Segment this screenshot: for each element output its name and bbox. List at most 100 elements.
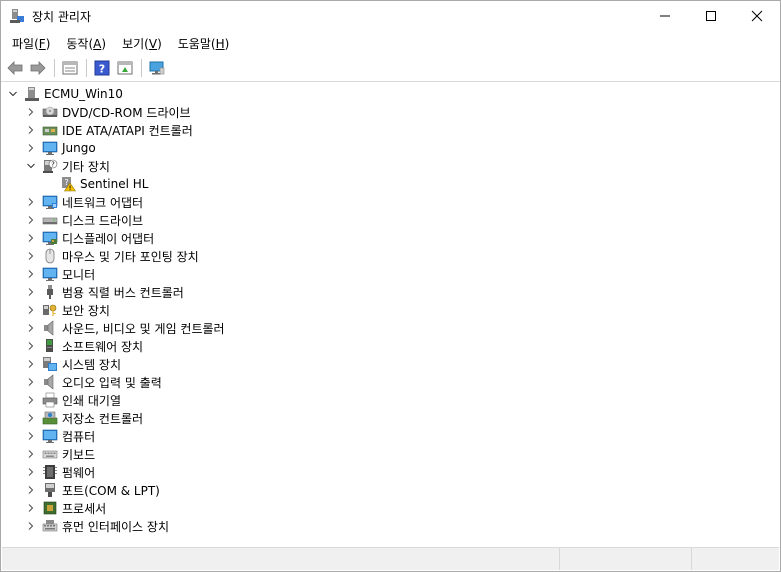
- tree-category[interactable]: 포트(COM & LPT): [24, 481, 160, 499]
- chevron-right-icon[interactable]: [24, 211, 38, 229]
- tree-category[interactable]: 저장소 컨트롤러: [24, 409, 143, 427]
- device-manager-window: 장치 관리자 파일(F) 동작(A) 보기(V) 도움말(H) ? ECMU_W…: [0, 0, 781, 572]
- back-arrow-icon: [7, 61, 23, 75]
- chevron-right-icon[interactable]: [24, 481, 38, 499]
- tree-category[interactable]: 범용 직렬 버스 컨트롤러: [24, 283, 184, 301]
- menu-item-1[interactable]: 동작(A): [59, 33, 113, 54]
- chevron-right-icon[interactable]: [24, 499, 38, 517]
- tree-category[interactable]: 네트워크 어댑터: [24, 193, 143, 211]
- tree-category[interactable]: 휴먼 인터페이스 장치: [24, 517, 169, 535]
- scan-hardware-button[interactable]: [146, 57, 168, 79]
- chevron-right-icon[interactable]: [24, 283, 38, 301]
- chevron-right-icon[interactable]: [24, 355, 38, 373]
- chevron-right-icon[interactable]: [24, 463, 38, 481]
- chevron-right-icon[interactable]: [24, 517, 38, 535]
- svg-text:?: ?: [51, 161, 55, 169]
- unknown-device-warning-icon: ?: [60, 176, 76, 192]
- disk-drive-icon: [42, 212, 58, 228]
- tree-category[interactable]: 인쇄 대기열: [24, 391, 121, 409]
- tree-node-label: 디스크 드라이브: [62, 213, 144, 228]
- chevron-right-icon[interactable]: [24, 301, 38, 319]
- status-bar: [2, 547, 779, 570]
- chevron-down-icon[interactable]: [6, 85, 20, 103]
- toolbar-separator: [54, 59, 55, 77]
- update-driver-icon: [117, 61, 133, 75]
- device-tree[interactable]: ECMU_Win10 DVD/CD-ROM 드라이브 IDE ATA/ATAPI 컨…: [2, 82, 779, 547]
- tree-node-label: 기타 장치: [62, 159, 110, 174]
- tree-category[interactable]: 키보드: [24, 445, 95, 463]
- tree-category[interactable]: Jungo: [24, 139, 96, 157]
- chevron-right-icon[interactable]: [24, 445, 38, 463]
- status-pane: [692, 548, 779, 570]
- menu-item-0[interactable]: 파일(F): [5, 33, 57, 54]
- chevron-right-icon[interactable]: [24, 103, 38, 121]
- tree-node-label: 범용 직렬 버스 컨트롤러: [62, 285, 184, 300]
- forward-arrow-icon: [30, 61, 46, 75]
- help-button[interactable]: ?: [91, 57, 113, 79]
- tree-category[interactable]: 디스플레이 어댑터: [24, 229, 154, 247]
- system-device-icon: [42, 356, 58, 372]
- chevron-right-icon[interactable]: [24, 319, 38, 337]
- jungo-icon: [42, 140, 58, 156]
- menu-item-2[interactable]: 보기(V): [115, 33, 169, 54]
- tree-category[interactable]: IDE ATA/ATAPI 컨트롤러: [24, 121, 193, 139]
- chevron-right-icon[interactable]: [24, 229, 38, 247]
- computer-icon: [42, 428, 58, 444]
- tree-device[interactable]: ? Sentinel HL: [42, 175, 149, 193]
- menu-item-3[interactable]: 도움말(H): [171, 33, 237, 54]
- display-adapter-icon: [42, 230, 58, 246]
- tree-node-label: 사운드, 비디오 및 게임 컨트롤러: [62, 321, 225, 336]
- chevron-right-icon[interactable]: [24, 391, 38, 409]
- tree-category[interactable]: 디스크 드라이브: [24, 211, 143, 229]
- security-device-icon: [42, 302, 58, 318]
- title-bar[interactable]: 장치 관리자: [1, 1, 780, 31]
- chevron-right-icon[interactable]: [24, 247, 38, 265]
- back-button[interactable]: [4, 57, 26, 79]
- properties-button[interactable]: [59, 57, 81, 79]
- tree-category[interactable]: 펌웨어: [24, 463, 95, 481]
- chevron-right-icon[interactable]: [24, 409, 38, 427]
- tree-category[interactable]: 보안 장치: [24, 301, 110, 319]
- chevron-right-icon[interactable]: [24, 265, 38, 283]
- menu-item-accelerator: (F): [34, 36, 51, 51]
- forward-button[interactable]: [27, 57, 49, 79]
- tree-root-computer[interactable]: ECMU_Win10: [6, 85, 123, 103]
- menu-item-accelerator: (A): [88, 36, 107, 51]
- chevron-right-icon[interactable]: [24, 193, 38, 211]
- chevron-right-icon[interactable]: [24, 139, 38, 157]
- menu-item-accelerator: (V): [144, 36, 162, 51]
- tree-category[interactable]: 사운드, 비디오 및 게임 컨트롤러: [24, 319, 225, 337]
- dvd-drive-icon: [42, 104, 58, 120]
- tree-category[interactable]: 마우스 및 기타 포인팅 장치: [24, 247, 199, 265]
- properties-icon: [62, 61, 78, 75]
- tree-node-label: 네트워크 어댑터: [62, 195, 144, 210]
- tree-category[interactable]: 프로세서: [24, 499, 106, 517]
- tree-node-label: 마우스 및 기타 포인팅 장치: [62, 249, 199, 264]
- maximize-button[interactable]: [688, 1, 734, 31]
- close-button[interactable]: [734, 1, 780, 31]
- tree-category[interactable]: 소프트웨어 장치: [24, 337, 143, 355]
- tree-category[interactable]: DVD/CD-ROM 드라이브: [24, 103, 191, 121]
- chevron-right-icon[interactable]: [24, 373, 38, 391]
- tree-category[interactable]: ? 기타 장치: [24, 157, 110, 175]
- chevron-right-icon[interactable]: [24, 427, 38, 445]
- tree-node-label: 프로세서: [62, 501, 107, 516]
- minimize-button[interactable]: [642, 1, 688, 31]
- tree-node-label: 컴퓨터: [62, 429, 96, 444]
- status-pane: [2, 548, 560, 570]
- chevron-right-icon[interactable]: [24, 121, 38, 139]
- tree-category[interactable]: 모니터: [24, 265, 95, 283]
- update-driver-button[interactable]: [114, 57, 136, 79]
- chevron-right-icon[interactable]: [24, 337, 38, 355]
- scan-hardware-icon: [149, 61, 165, 75]
- tree-node-label: Sentinel HL: [80, 177, 149, 191]
- storage-controller-icon: [42, 410, 58, 426]
- menu-item-label: 도움말: [177, 36, 211, 51]
- tree-category[interactable]: 오디오 입력 및 출력: [24, 373, 162, 391]
- speaker-icon: [42, 320, 58, 336]
- minimize-icon: [660, 15, 670, 17]
- tree-node-label: 보안 장치: [62, 303, 110, 318]
- tree-category[interactable]: 시스템 장치: [24, 355, 121, 373]
- tree-category[interactable]: 컴퓨터: [24, 427, 95, 445]
- chevron-down-icon[interactable]: [24, 157, 38, 175]
